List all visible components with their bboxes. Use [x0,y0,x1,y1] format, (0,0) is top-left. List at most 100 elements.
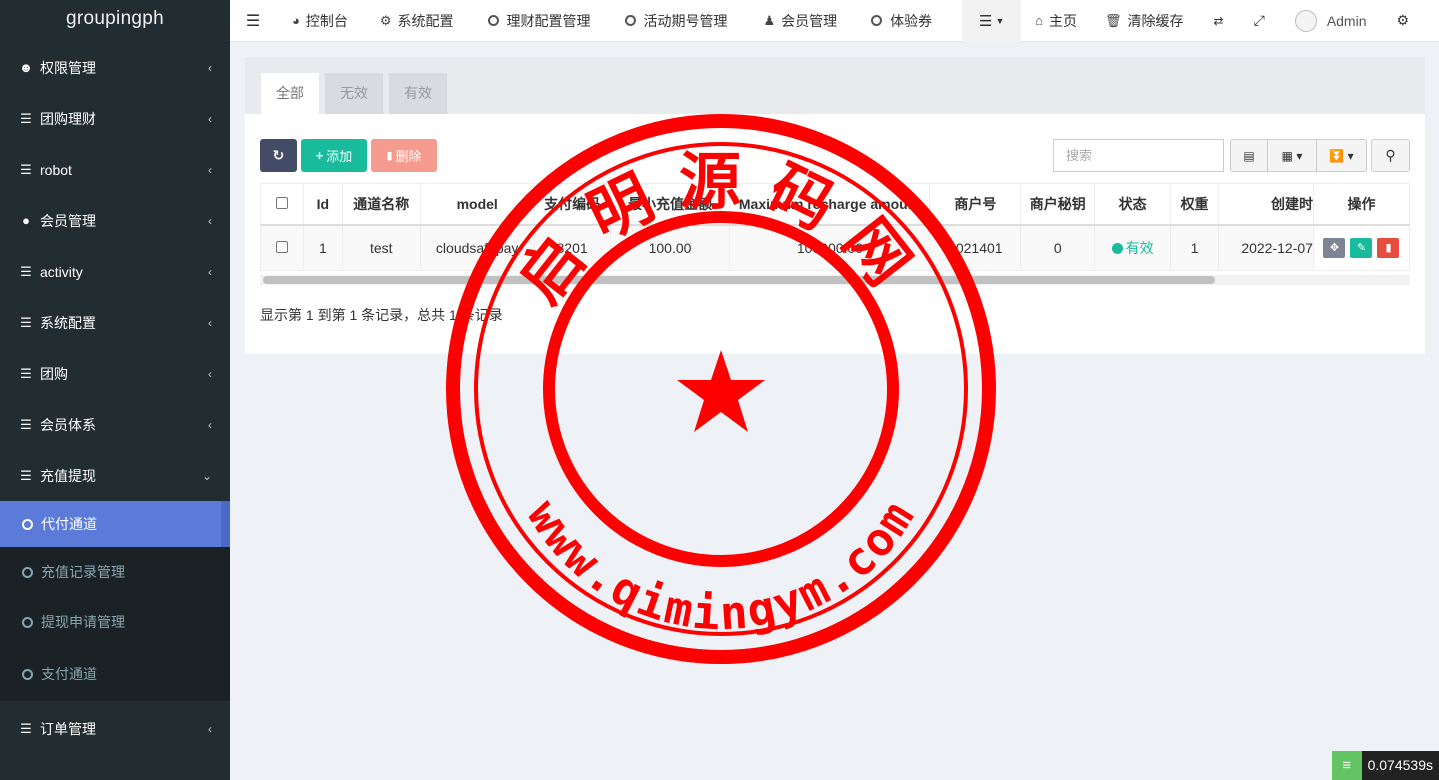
sidebar-item-label: 权限管理 [40,59,96,76]
content-panel: 全部 无效 有效 ↻ + 添加 ▮ 删除 ▤ ▦ ▾ ⏬ ▾ ⚲ [245,57,1425,354]
nav-finance-config[interactable]: 理财配置管理 [487,0,591,42]
list-icon: ☰ [978,12,993,30]
edit-button[interactable]: ✎ [1350,237,1373,258]
cell-status[interactable]: 有效 [1094,224,1172,271]
nav-label: 体验券 [890,12,933,29]
list-icon: ☰ [20,263,32,279]
column-header[interactable]: 支付编码 [533,183,611,226]
star-icon [677,350,765,432]
drag-sort-button[interactable]: ✥ [1323,237,1346,258]
circle-icon [624,15,636,26]
refresh-icon: ↻ [272,147,285,163]
sidebar-subitem-payment-channel[interactable]: 支付通道 [0,647,230,701]
column-header[interactable]: 状态 [1094,183,1172,226]
tab-invalid[interactable]: 无效 [325,73,383,114]
cell-weight: 1 [1170,224,1220,271]
search-input[interactable] [1053,139,1224,172]
circle-icon [22,566,33,578]
cell-model: cloudsafepay [419,224,535,271]
top-navbar: ☰ ◕ 控制台 ⚙ 系统配置 理财配置管理 活动期号管理 ♟ 会员管理 体验券 … [230,0,1439,42]
sidebar-subitem-recharge-records[interactable]: 充值记录管理 [0,547,230,597]
sidebar-item-orders[interactable]: ☰ 订单管理 ‹ [0,701,230,757]
nav-label: 会员管理 [781,12,838,29]
column-header[interactable]: 权重 [1170,183,1220,226]
columns-button[interactable]: ▦ ▾ [1268,140,1317,171]
column-header[interactable]: 商户号 [929,183,1022,226]
tab-valid[interactable]: 有效 [389,73,447,114]
add-label: 添加 [326,149,353,164]
column-header[interactable]: Maximum recharge amount [729,183,931,226]
more-menu-dropdown[interactable]: ☰ ▼ [962,0,1022,42]
brand-logo[interactable]: groupingph [0,0,230,42]
nav-label: 系统配置 [397,12,454,29]
search-button[interactable]: ⚲ [1371,139,1410,172]
nav-system-config[interactable]: ⚙ 系统配置 [380,0,454,42]
settings-button[interactable]: ⚙ [1397,0,1410,42]
refresh-button[interactable]: ↻ [260,139,297,172]
nav-dashboard[interactable]: ◕ 控制台 [292,0,348,42]
chevron-left-icon: ‹ [208,417,212,432]
sidebar-item-members[interactable]: ● 会员管理 ‹ [0,195,230,246]
column-header[interactable]: 通道名称 [341,183,421,226]
column-header[interactable]: 商户秘钥 [1020,183,1096,226]
menu-toggle-button[interactable]: ☰ [230,0,276,42]
circle-icon [22,668,33,680]
tab-all[interactable]: 全部 [261,73,319,114]
select-all-checkbox[interactable] [275,196,288,209]
add-button[interactable]: + 添加 [301,139,367,172]
sidebar-item-label: 充值提现 [40,467,96,484]
sidebar-item-permissions[interactable]: ☻ 权限管理 ‹ [0,42,230,93]
chevron-down-icon: ⌄ [201,468,212,483]
sidebar-item-system-config[interactable]: ☰ 系统配置 ‹ [0,297,230,348]
circle-icon [22,616,33,628]
scrollbar-thumb[interactable] [263,276,1215,284]
gears-icon: ⚙ [1396,12,1410,28]
nav-home[interactable]: ⌂ 主页 [1035,0,1077,42]
column-header[interactable]: 创建时 [1218,183,1314,226]
table-row: 1 test cloudsafepay 8201 100.00 100000.0… [260,224,1411,271]
delete-button[interactable]: ▮ 删除 [371,139,437,172]
nav-label: 活动期号管理 [643,12,728,29]
sidebar-subitem-withdraw-requests[interactable]: 提现申请管理 [0,597,230,647]
sidebar-item-group-buy[interactable]: ☰ 团购 ‹ [0,348,230,399]
pencil-icon: ✎ [1356,242,1367,255]
card-view-button[interactable]: ▤ [1231,140,1268,171]
nav-activity-period[interactable]: 活动期号管理 [624,0,728,42]
select-all-cell[interactable] [260,183,304,226]
nav-members[interactable]: ♟ 会员管理 [764,0,838,42]
search-icon: ⚲ [1385,147,1396,163]
nav-trial-coupon[interactable]: 体验券 [871,0,932,42]
sidebar-item-recharge-withdraw[interactable]: ☰ 充值提现 ⌄ [0,450,230,501]
sidebar-subitem-label: 充值记录管理 [41,564,125,580]
delete-row-button[interactable]: ▮ [1377,237,1400,258]
row-select-cell[interactable] [260,224,304,271]
cell-created: 2022-12-07 [1218,224,1314,271]
sidebar-item-label: robot [40,161,72,178]
chevron-left-icon: ‹ [208,722,212,736]
sidebar-item-robot[interactable]: ☰ robot ‹ [0,144,230,195]
chevron-left-icon: ‹ [208,60,212,75]
column-header[interactable]: model [419,183,535,226]
column-header[interactable]: 最小充值金额 [609,183,731,226]
sidebar-subitem-payout-channel[interactable]: 代付通道 [0,501,230,547]
row-checkbox[interactable] [275,240,288,253]
sidebar-subitem-label: 代付通道 [41,516,97,532]
sidebar-item-member-system[interactable]: ☰ 会员体系 ‹ [0,399,230,450]
user-menu[interactable]: Admin [1294,0,1367,42]
circle-icon [22,518,33,530]
trash-icon: ▮ [386,150,393,162]
language-button[interactable]: ⇄ [1214,0,1224,42]
horizontal-scrollbar[interactable] [260,275,1410,285]
clear-cache-button[interactable]: 🗑 清除缓存 [1105,0,1184,42]
sidebar-item-activity[interactable]: ☰ activity ‹ [0,246,230,297]
avatar [1294,9,1317,32]
sidebar-subitem-label: 支付通道 [41,666,97,682]
filter-tabs: 全部 无效 有效 [245,57,1425,114]
export-button[interactable]: ⏬ ▾ [1317,140,1366,171]
sidebar-item-group-finance[interactable]: ☰ 团购理财 ‹ [0,93,230,144]
fullscreen-button[interactable]: ⤢ [1254,0,1265,42]
debug-timer[interactable]: ≡ 0.074539s [1331,751,1439,780]
nav-label: 清除缓存 [1127,12,1184,29]
sidebar-item-label: 系统配置 [40,314,96,331]
column-header[interactable]: Id [302,183,343,226]
